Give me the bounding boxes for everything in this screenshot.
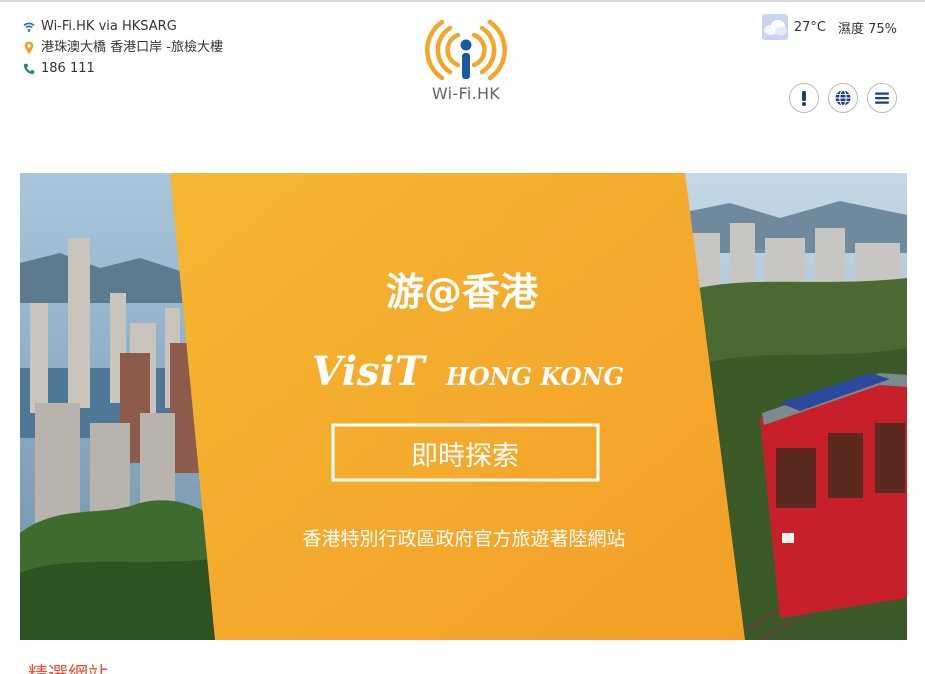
location-name: 港珠澳大橋 香港口岸 -旅檢大樓 (41, 40, 223, 55)
exclamation-icon (802, 91, 806, 106)
banner-logo-cn: 游@香港 (386, 270, 539, 314)
banner-subtitle: 香港特別行政區政府官方旅遊著陸網站 (302, 528, 625, 550)
phone-number[interactable]: 186 111 (41, 58, 95, 79)
connection-info: Wi-Fi.HK via HKSARG 港珠澳大橋 香港口岸 -旅檢大樓 186… (22, 16, 223, 79)
globe-icon (835, 89, 851, 107)
banner-image: 游@香港 VisiT HONG KONG 即時探索 香港特別行政區政府官方旅遊著… (20, 173, 907, 640)
location-pin-icon (22, 41, 36, 55)
temperature: 27°C (793, 19, 826, 35)
top-border (0, 0, 925, 2)
network-row: Wi-Fi.HK via HKSARG (22, 16, 223, 37)
alert-button[interactable] (789, 83, 819, 113)
language-button[interactable] (828, 83, 858, 113)
wifi-hk-logo[interactable]: Wi-Fi.HK (420, 18, 512, 108)
logo-text: Wi-Fi.HK (431, 84, 501, 103)
wifi-icon (22, 20, 36, 34)
network-name: Wi-Fi.HK via HKSARG (41, 19, 177, 34)
section-title: 精選網站 (28, 662, 108, 674)
phone-row: 186 111 (22, 58, 223, 79)
explore-now-label: 即時探索 (411, 441, 519, 472)
visit-hong-kong-banner[interactable]: 游@香港 VisiT HONG KONG 即時探索 香港特別行政區政府官方旅遊著… (20, 173, 907, 640)
hamburger-menu-icon (875, 92, 889, 104)
cloudy-icon (761, 14, 788, 40)
phone-icon (22, 62, 36, 76)
menu-button[interactable] (867, 83, 897, 113)
banner-logo-visit: VisiT (311, 348, 427, 395)
wifi-hk-logo-icon (425, 19, 507, 81)
header-actions (789, 83, 897, 113)
humidity: 濕度 75% (837, 21, 897, 37)
banner-logo-hk: HONG KONG (445, 362, 624, 391)
location-row: 港珠澳大橋 香港口岸 -旅檢大樓 (22, 37, 223, 58)
weather-widget: 27°C 濕度 75% (761, 14, 897, 40)
